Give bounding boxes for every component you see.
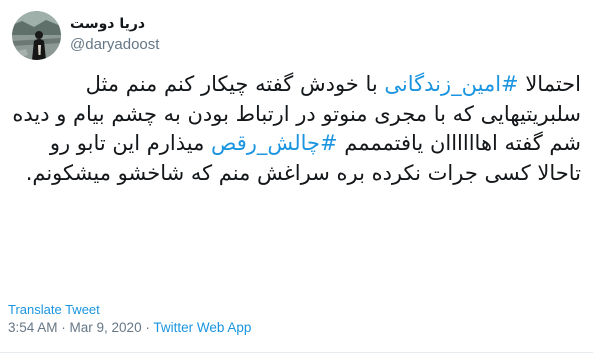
tweet-source-link[interactable]: Twitter Web App xyxy=(153,320,251,335)
avatar[interactable] xyxy=(12,10,61,60)
meta-separator: · xyxy=(141,320,154,335)
tweet-header: دریا دوست @daryadoost xyxy=(12,10,159,60)
translate-tweet-link[interactable]: Translate Tweet xyxy=(8,302,100,317)
author-names: دریا دوست @daryadoost xyxy=(70,15,159,55)
hashtag-link[interactable]: #امین_زندگانی xyxy=(384,72,518,96)
profile-photo-icon xyxy=(12,10,61,60)
author-display-name[interactable]: دریا دوست xyxy=(70,15,145,33)
tweet-text-segment: احتمالا xyxy=(518,72,581,96)
tweet-date[interactable]: Mar 9, 2020 xyxy=(70,320,142,335)
hashtag-link[interactable]: #چالش_رقص xyxy=(211,131,338,155)
author-handle[interactable]: @daryadoost xyxy=(70,35,159,55)
tweet-text: احتمالا #امین_زندگانی با خودش گفته چیکار… xyxy=(12,70,581,188)
tweet-time[interactable]: 3:54 AM xyxy=(8,320,58,335)
meta-separator: · xyxy=(57,320,70,335)
tweet-meta: 3:54 AM · Mar 9, 2020 · Twitter Web App xyxy=(8,320,251,335)
tweet-card: دریا دوست @daryadoost احتمالا #امین_زندگ… xyxy=(0,0,593,353)
